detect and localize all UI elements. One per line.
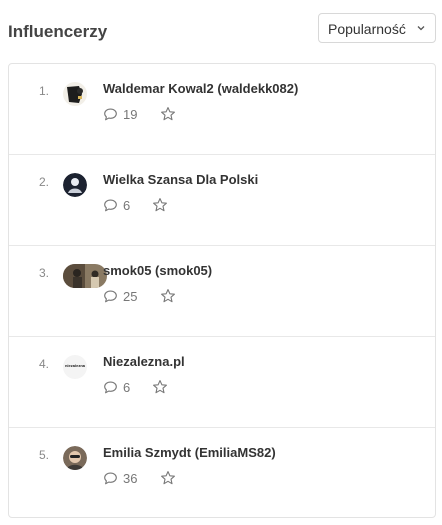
influencer-item: 2. Wielka Szansa Dla Polski 6 [9,155,435,246]
avatar[interactable]: niezalezna [63,355,87,379]
star-icon[interactable] [160,106,176,122]
sort-dropdown[interactable]: Popularność [318,13,436,43]
avatar[interactable] [63,82,87,106]
rank-number: 5. [39,448,50,462]
influencer-name[interactable]: Waldemar Kowal2 (waldekk082) [103,81,298,96]
rank-number: 1. [39,84,50,98]
influencer-name[interactable]: Emilia Szmydt (EmiliaMS82) [103,445,276,460]
dark-photo-avatar-icon [63,82,87,106]
influencer-item: 4. niezalezna Niezalezna.pl 6 [9,337,435,428]
portrait-avatar-icon [63,446,87,470]
logo-avatar-icon [63,173,87,197]
comment-icon [104,290,117,303]
star-icon[interactable] [160,470,176,486]
influencer-item: 5. Emilia Szmydt (EmiliaMS82) 36 [9,428,435,519]
avatar[interactable] [63,173,87,197]
comment-icon [104,108,117,121]
comment-icon [104,472,117,485]
rank-number: 2. [39,175,50,189]
section-title: Influencerzy [8,22,108,41]
rank-number: 3. [39,266,50,280]
comment-count: 6 [123,198,131,213]
sort-dropdown-label: Popularność [328,21,406,37]
star-icon[interactable] [160,288,176,304]
photo-avatar-icon [63,264,107,288]
influencers-header: Influencerzy Popularność [0,0,442,60]
comment-count: 25 [123,289,138,304]
influencer-name[interactable]: smok05 (smok05) [103,263,212,278]
avatar[interactable] [63,264,107,288]
comment-count: 19 [123,107,138,122]
chevron-down-icon [417,26,425,31]
influencer-name[interactable]: Niezalezna.pl [103,354,185,369]
star-icon[interactable] [152,379,168,395]
influencer-item: 3. smok05 (smok05) 25 [9,246,435,337]
comment-count: 36 [123,471,138,486]
comment-icon [104,199,117,212]
influencer-item: 1. Waldemar Kowal2 (waldekk082) 19 [9,64,435,155]
comment-icon [104,381,117,394]
niezalezna-logo-text: niezalezna [64,363,85,368]
avatar[interactable] [63,446,87,470]
rank-number: 4. [39,357,50,371]
influencer-name[interactable]: Wielka Szansa Dla Polski [103,172,258,187]
star-icon[interactable] [152,197,168,213]
comment-count: 6 [123,380,131,395]
influencers-list: 1. Waldemar Kowal2 (waldekk082) 19 2. Wi… [8,63,436,518]
